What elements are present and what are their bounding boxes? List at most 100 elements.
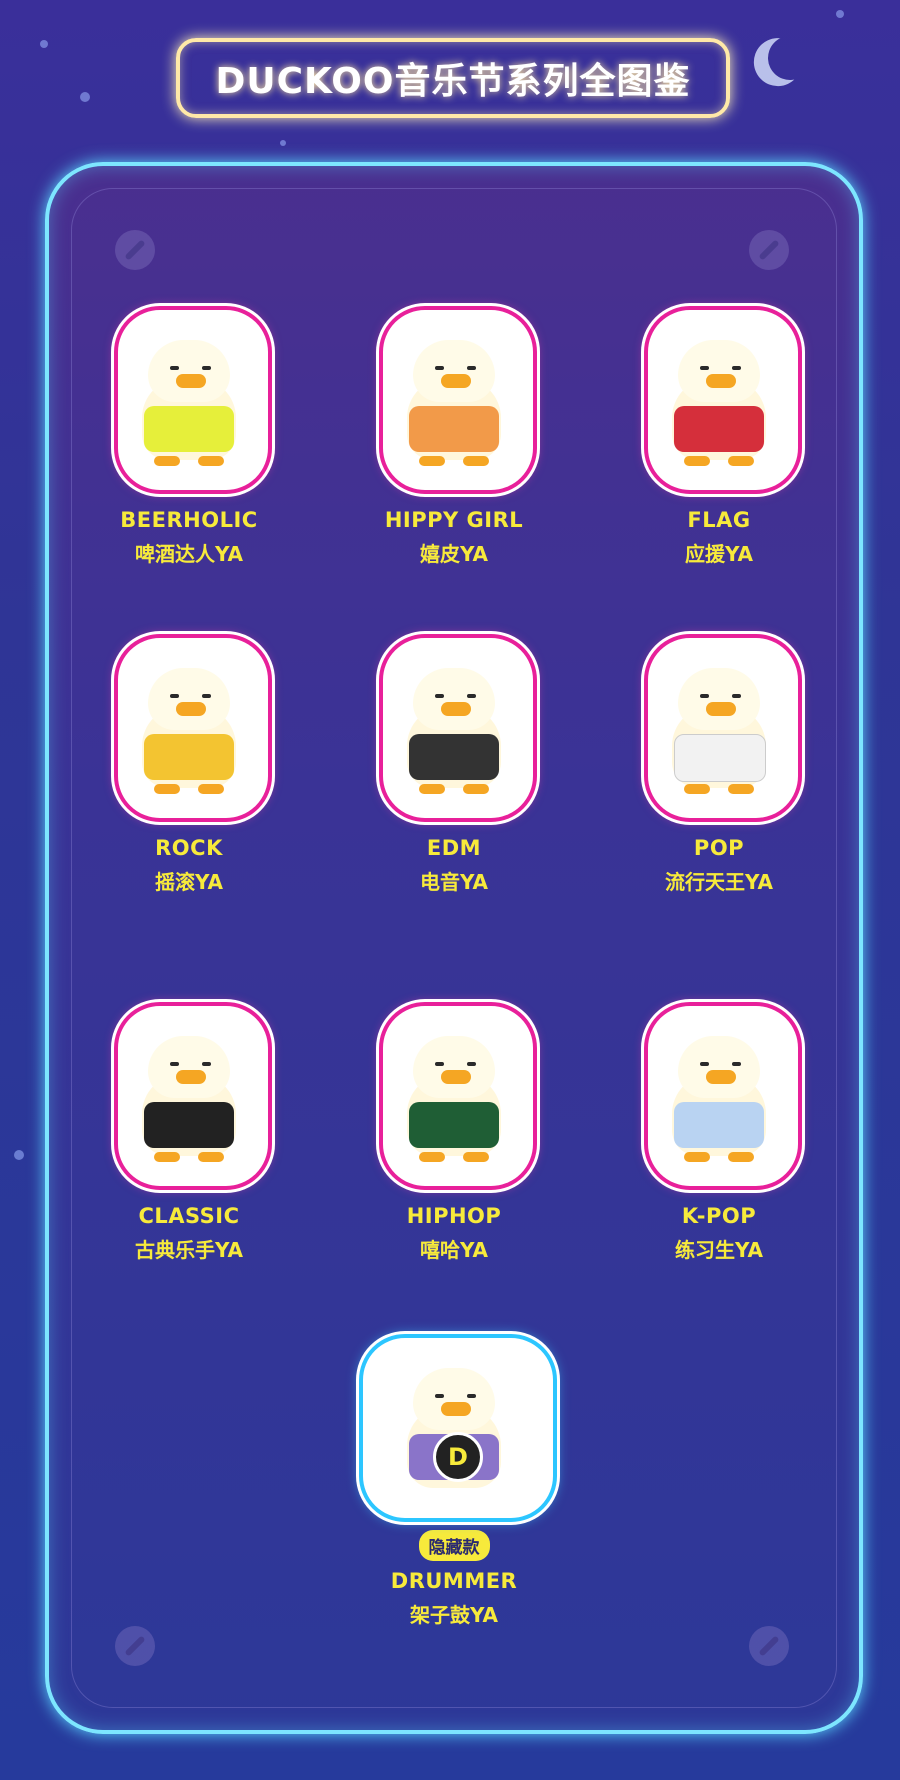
eye: [170, 694, 179, 698]
screw-icon: [749, 1626, 789, 1666]
figure-sticker: [114, 634, 272, 822]
figure-sticker: [379, 1002, 537, 1190]
figure-sticker: [379, 306, 537, 494]
figure-card-beerholic[interactable]: BEERHOLIC 啤酒达人YA: [79, 306, 299, 567]
eye: [202, 694, 211, 698]
beak: [176, 702, 206, 716]
foot: [198, 456, 224, 466]
eye: [170, 1062, 179, 1066]
eye: [467, 694, 476, 698]
star: [40, 40, 48, 48]
moon-icon: [762, 30, 818, 86]
figure-name-en: DRUMMER: [390, 1569, 518, 1593]
screw-icon: [749, 230, 789, 270]
foot: [419, 784, 445, 794]
page-title: DUCKOO音乐节系列全图鉴: [215, 61, 691, 102]
beak: [176, 1070, 206, 1084]
figure-name-cn: 电音YA: [419, 870, 489, 894]
figure-name-cn: 摇滚YA: [154, 870, 224, 894]
figure-name-en: EDM: [426, 836, 482, 860]
figure-name-en: HIPHOP: [406, 1204, 502, 1228]
figure-sticker: [379, 634, 537, 822]
beak: [441, 374, 471, 388]
outfit: [674, 1102, 764, 1148]
outfit: [144, 734, 234, 780]
foot: [419, 1152, 445, 1162]
eye: [700, 694, 709, 698]
outfit: [144, 406, 234, 452]
eye: [732, 694, 741, 698]
figure-name-cn: 啤酒达人YA: [134, 542, 244, 566]
duck-head: [148, 1036, 230, 1098]
figure-card-classic[interactable]: CLASSIC 古典乐手YA: [79, 1002, 299, 1263]
beak: [176, 374, 206, 388]
foot: [154, 784, 180, 794]
figure-card-k-pop[interactable]: K-POP 练习生YA: [609, 1002, 829, 1263]
figure-card-hiphop[interactable]: HIPHOP 嘻哈YA: [344, 1002, 564, 1263]
foot: [684, 784, 710, 794]
foot: [684, 1152, 710, 1162]
eye: [435, 694, 444, 698]
figure-name-cn: 练习生YA: [674, 1238, 764, 1262]
eye: [202, 1062, 211, 1066]
foot: [463, 456, 489, 466]
eye: [467, 1062, 476, 1066]
figure-name-en: K-POP: [681, 1204, 757, 1228]
duck-head: [413, 1368, 495, 1430]
figure-card-hippy-girl[interactable]: HIPPY GIRL 嬉皮YA: [344, 306, 564, 567]
foot: [154, 1152, 180, 1162]
figure-name-cn: 流行天王YA: [664, 870, 774, 894]
duck-head: [413, 1036, 495, 1098]
figure-name-cn: 架子鼓YA: [409, 1603, 499, 1627]
beak: [706, 702, 736, 716]
figure-sticker: [644, 306, 802, 494]
figure-card-drummer-hidden[interactable]: D 隐藏款 DRUMMER 架子鼓YA: [334, 1334, 574, 1628]
hidden-edition-badge: 隐藏款: [418, 1530, 490, 1561]
figure-name-cn: 应援YA: [684, 542, 754, 566]
screw-icon: [115, 230, 155, 270]
foot: [154, 456, 180, 466]
beak: [706, 1070, 736, 1084]
figure-sticker: [114, 1002, 272, 1190]
outfit: [144, 1102, 234, 1148]
star: [80, 92, 90, 102]
eye: [202, 366, 211, 370]
eye: [467, 366, 476, 370]
star: [280, 140, 286, 146]
outfit: [409, 1102, 499, 1148]
foot: [684, 456, 710, 466]
eye: [732, 366, 741, 370]
figure-card-flag[interactable]: FLAG 应援YA: [609, 306, 829, 567]
eye: [435, 1394, 444, 1398]
figure-name-cn: 嬉皮YA: [419, 542, 489, 566]
beak: [706, 374, 736, 388]
figure-name-en: BEERHOLIC: [120, 508, 258, 532]
foot: [728, 1152, 754, 1162]
title-frame: DUCKOO音乐节系列全图鉴: [176, 38, 730, 118]
eye: [170, 366, 179, 370]
duck-head: [678, 340, 760, 402]
outfit: [674, 406, 764, 452]
page: DUCKOO音乐节系列全图鉴 BEERHOLIC 啤酒达人YA HIPPY GI…: [0, 0, 900, 1780]
eye: [435, 1062, 444, 1066]
figure-card-rock[interactable]: ROCK 摇滚YA: [79, 634, 299, 895]
foot: [198, 784, 224, 794]
figure-card-edm[interactable]: EDM 电音YA: [344, 634, 564, 895]
foot: [198, 1152, 224, 1162]
outfit: [674, 734, 766, 782]
duck-head: [148, 340, 230, 402]
figure-card-pop[interactable]: POP 流行天王YA: [609, 634, 829, 895]
star: [14, 1150, 24, 1160]
beak: [441, 702, 471, 716]
figure-name-en: POP: [693, 836, 745, 860]
foot: [419, 456, 445, 466]
eye: [732, 1062, 741, 1066]
foot: [728, 784, 754, 794]
duck-head: [413, 340, 495, 402]
foot: [463, 784, 489, 794]
duckoo-logo-icon: D: [433, 1432, 483, 1482]
beak: [441, 1402, 471, 1416]
figure-sticker: [644, 1002, 802, 1190]
figure-name-en: CLASSIC: [138, 1204, 240, 1228]
outfit: [409, 734, 499, 780]
